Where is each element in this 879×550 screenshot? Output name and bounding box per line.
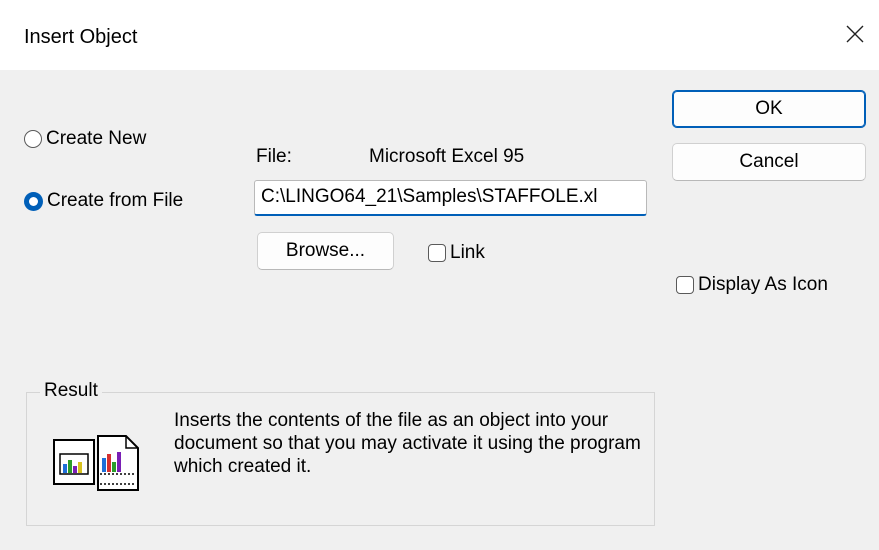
ok-button[interactable]: OK	[672, 90, 866, 128]
file-label: File:	[256, 146, 292, 167]
title-bar: Insert Object	[0, 0, 879, 70]
radio-unchecked-icon	[24, 130, 42, 148]
file-type-label: Microsoft Excel 95	[369, 146, 525, 167]
close-icon	[846, 25, 864, 43]
create-new-label: Create New	[46, 128, 147, 149]
display-as-icon-label: Display As Icon	[698, 274, 828, 295]
file-path-input[interactable]: C:\LINGO64_21\Samples\STAFFOLE.xl	[254, 180, 647, 216]
embed-object-icon	[53, 435, 139, 491]
result-legend: Result	[40, 380, 102, 402]
create-new-radio[interactable]: Create New	[24, 128, 146, 150]
close-button[interactable]	[831, 10, 879, 58]
radio-checked-icon	[24, 191, 43, 211]
browse-button[interactable]: Browse...	[257, 232, 394, 270]
link-checkbox[interactable]: Link	[428, 242, 485, 264]
checkbox-unchecked-icon	[676, 276, 694, 294]
cancel-button[interactable]: Cancel	[672, 143, 866, 181]
link-label: Link	[450, 242, 485, 263]
dialog-title: Insert Object	[24, 26, 138, 48]
checkbox-unchecked-icon	[428, 244, 446, 262]
display-as-icon-checkbox[interactable]: Display As Icon	[676, 274, 828, 296]
create-from-file-radio[interactable]: Create from File	[24, 190, 183, 212]
insert-object-dialog: Insert Object Create New Create from Fil…	[0, 0, 879, 550]
result-description: Inserts the contents of the file as an o…	[174, 410, 641, 477]
create-from-file-label: Create from File	[47, 190, 184, 211]
